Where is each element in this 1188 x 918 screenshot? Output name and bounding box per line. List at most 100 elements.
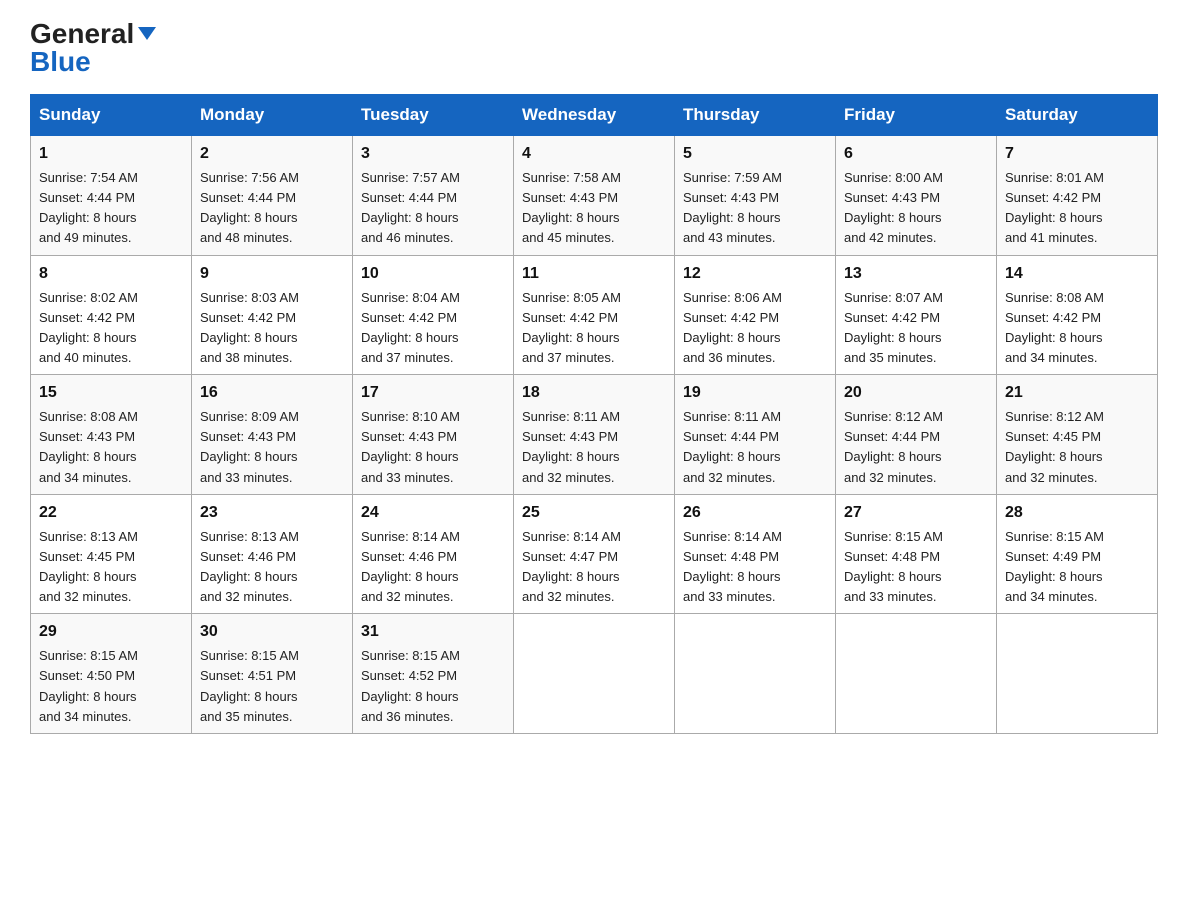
col-header-sunday: Sunday	[31, 95, 192, 136]
calendar-cell: 21Sunrise: 8:12 AMSunset: 4:45 PMDayligh…	[997, 375, 1158, 495]
week-row-5: 29Sunrise: 8:15 AMSunset: 4:50 PMDayligh…	[31, 614, 1158, 734]
calendar-cell: 7Sunrise: 8:01 AMSunset: 4:42 PMDaylight…	[997, 136, 1158, 256]
day-info: Sunrise: 8:08 AMSunset: 4:42 PMDaylight:…	[1005, 288, 1149, 369]
logo-blue-text: Blue	[30, 48, 91, 76]
day-info: Sunrise: 8:03 AMSunset: 4:42 PMDaylight:…	[200, 288, 344, 369]
calendar-cell: 12Sunrise: 8:06 AMSunset: 4:42 PMDayligh…	[675, 255, 836, 375]
day-info: Sunrise: 8:11 AMSunset: 4:43 PMDaylight:…	[522, 407, 666, 488]
day-info: Sunrise: 8:01 AMSunset: 4:42 PMDaylight:…	[1005, 168, 1149, 249]
day-info: Sunrise: 8:09 AMSunset: 4:43 PMDaylight:…	[200, 407, 344, 488]
calendar-cell: 29Sunrise: 8:15 AMSunset: 4:50 PMDayligh…	[31, 614, 192, 734]
page-header: General Blue	[30, 20, 1158, 76]
week-row-1: 1Sunrise: 7:54 AMSunset: 4:44 PMDaylight…	[31, 136, 1158, 256]
calendar-cell	[836, 614, 997, 734]
calendar-cell: 10Sunrise: 8:04 AMSunset: 4:42 PMDayligh…	[353, 255, 514, 375]
day-number: 9	[200, 262, 344, 286]
day-info: Sunrise: 8:15 AMSunset: 4:52 PMDaylight:…	[361, 646, 505, 727]
calendar-cell: 23Sunrise: 8:13 AMSunset: 4:46 PMDayligh…	[192, 494, 353, 614]
calendar-cell: 31Sunrise: 8:15 AMSunset: 4:52 PMDayligh…	[353, 614, 514, 734]
day-number: 5	[683, 142, 827, 166]
day-info: Sunrise: 8:04 AMSunset: 4:42 PMDaylight:…	[361, 288, 505, 369]
calendar-cell: 2Sunrise: 7:56 AMSunset: 4:44 PMDaylight…	[192, 136, 353, 256]
day-info: Sunrise: 7:57 AMSunset: 4:44 PMDaylight:…	[361, 168, 505, 249]
day-info: Sunrise: 8:02 AMSunset: 4:42 PMDaylight:…	[39, 288, 183, 369]
logo-text: General	[30, 20, 156, 48]
day-number: 20	[844, 381, 988, 405]
col-header-tuesday: Tuesday	[353, 95, 514, 136]
col-header-friday: Friday	[836, 95, 997, 136]
day-info: Sunrise: 8:12 AMSunset: 4:45 PMDaylight:…	[1005, 407, 1149, 488]
calendar-cell: 30Sunrise: 8:15 AMSunset: 4:51 PMDayligh…	[192, 614, 353, 734]
calendar-cell: 17Sunrise: 8:10 AMSunset: 4:43 PMDayligh…	[353, 375, 514, 495]
col-header-wednesday: Wednesday	[514, 95, 675, 136]
col-header-monday: Monday	[192, 95, 353, 136]
day-number: 17	[361, 381, 505, 405]
day-number: 4	[522, 142, 666, 166]
day-number: 21	[1005, 381, 1149, 405]
day-info: Sunrise: 8:06 AMSunset: 4:42 PMDaylight:…	[683, 288, 827, 369]
day-info: Sunrise: 7:56 AMSunset: 4:44 PMDaylight:…	[200, 168, 344, 249]
day-number: 26	[683, 501, 827, 525]
calendar-cell: 13Sunrise: 8:07 AMSunset: 4:42 PMDayligh…	[836, 255, 997, 375]
day-number: 3	[361, 142, 505, 166]
day-info: Sunrise: 8:14 AMSunset: 4:47 PMDaylight:…	[522, 527, 666, 608]
day-info: Sunrise: 8:14 AMSunset: 4:48 PMDaylight:…	[683, 527, 827, 608]
day-info: Sunrise: 8:15 AMSunset: 4:51 PMDaylight:…	[200, 646, 344, 727]
calendar-cell	[675, 614, 836, 734]
day-number: 8	[39, 262, 183, 286]
logo-arrow-icon	[138, 27, 156, 40]
day-info: Sunrise: 8:05 AMSunset: 4:42 PMDaylight:…	[522, 288, 666, 369]
col-header-saturday: Saturday	[997, 95, 1158, 136]
day-number: 31	[361, 620, 505, 644]
day-number: 30	[200, 620, 344, 644]
calendar-cell: 11Sunrise: 8:05 AMSunset: 4:42 PMDayligh…	[514, 255, 675, 375]
calendar-cell: 26Sunrise: 8:14 AMSunset: 4:48 PMDayligh…	[675, 494, 836, 614]
calendar-cell: 14Sunrise: 8:08 AMSunset: 4:42 PMDayligh…	[997, 255, 1158, 375]
day-number: 24	[361, 501, 505, 525]
day-number: 14	[1005, 262, 1149, 286]
day-info: Sunrise: 8:13 AMSunset: 4:45 PMDaylight:…	[39, 527, 183, 608]
day-number: 16	[200, 381, 344, 405]
day-number: 29	[39, 620, 183, 644]
day-number: 27	[844, 501, 988, 525]
calendar-cell: 25Sunrise: 8:14 AMSunset: 4:47 PMDayligh…	[514, 494, 675, 614]
day-number: 6	[844, 142, 988, 166]
day-info: Sunrise: 8:13 AMSunset: 4:46 PMDaylight:…	[200, 527, 344, 608]
day-number: 2	[200, 142, 344, 166]
logo: General Blue	[30, 20, 156, 76]
day-info: Sunrise: 8:12 AMSunset: 4:44 PMDaylight:…	[844, 407, 988, 488]
calendar-cell: 22Sunrise: 8:13 AMSunset: 4:45 PMDayligh…	[31, 494, 192, 614]
day-info: Sunrise: 8:10 AMSunset: 4:43 PMDaylight:…	[361, 407, 505, 488]
calendar-cell: 16Sunrise: 8:09 AMSunset: 4:43 PMDayligh…	[192, 375, 353, 495]
day-number: 23	[200, 501, 344, 525]
day-number: 12	[683, 262, 827, 286]
day-number: 18	[522, 381, 666, 405]
calendar-cell	[997, 614, 1158, 734]
day-number: 28	[1005, 501, 1149, 525]
calendar-cell: 19Sunrise: 8:11 AMSunset: 4:44 PMDayligh…	[675, 375, 836, 495]
day-number: 19	[683, 381, 827, 405]
calendar-cell: 15Sunrise: 8:08 AMSunset: 4:43 PMDayligh…	[31, 375, 192, 495]
calendar-cell: 1Sunrise: 7:54 AMSunset: 4:44 PMDaylight…	[31, 136, 192, 256]
day-number: 1	[39, 142, 183, 166]
calendar-cell: 4Sunrise: 7:58 AMSunset: 4:43 PMDaylight…	[514, 136, 675, 256]
day-number: 10	[361, 262, 505, 286]
day-number: 25	[522, 501, 666, 525]
calendar-cell: 3Sunrise: 7:57 AMSunset: 4:44 PMDaylight…	[353, 136, 514, 256]
week-row-2: 8Sunrise: 8:02 AMSunset: 4:42 PMDaylight…	[31, 255, 1158, 375]
day-info: Sunrise: 8:15 AMSunset: 4:50 PMDaylight:…	[39, 646, 183, 727]
day-info: Sunrise: 8:00 AMSunset: 4:43 PMDaylight:…	[844, 168, 988, 249]
calendar-cell: 18Sunrise: 8:11 AMSunset: 4:43 PMDayligh…	[514, 375, 675, 495]
calendar-cell: 9Sunrise: 8:03 AMSunset: 4:42 PMDaylight…	[192, 255, 353, 375]
day-info: Sunrise: 8:11 AMSunset: 4:44 PMDaylight:…	[683, 407, 827, 488]
calendar-cell: 27Sunrise: 8:15 AMSunset: 4:48 PMDayligh…	[836, 494, 997, 614]
calendar-table: SundayMondayTuesdayWednesdayThursdayFrid…	[30, 94, 1158, 734]
day-number: 15	[39, 381, 183, 405]
calendar-cell: 5Sunrise: 7:59 AMSunset: 4:43 PMDaylight…	[675, 136, 836, 256]
day-info: Sunrise: 7:59 AMSunset: 4:43 PMDaylight:…	[683, 168, 827, 249]
day-number: 22	[39, 501, 183, 525]
day-info: Sunrise: 8:08 AMSunset: 4:43 PMDaylight:…	[39, 407, 183, 488]
calendar-cell: 20Sunrise: 8:12 AMSunset: 4:44 PMDayligh…	[836, 375, 997, 495]
day-info: Sunrise: 8:07 AMSunset: 4:42 PMDaylight:…	[844, 288, 988, 369]
day-info: Sunrise: 8:15 AMSunset: 4:48 PMDaylight:…	[844, 527, 988, 608]
